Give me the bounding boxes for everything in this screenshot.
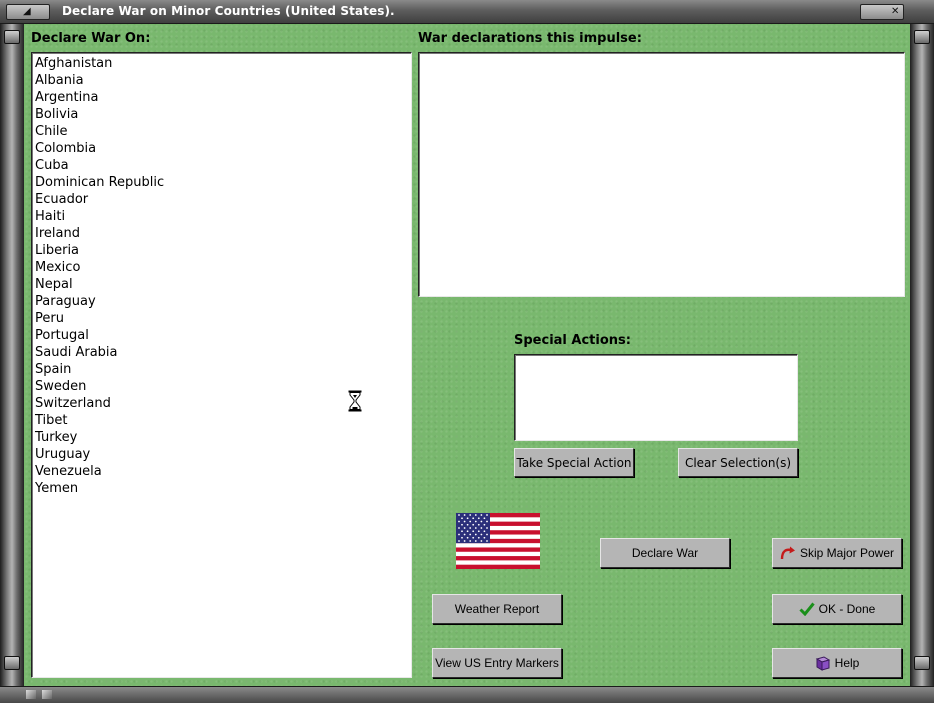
- skip-major-power-button[interactable]: Skip Major Power: [772, 538, 902, 568]
- country-list-item[interactable]: Spain: [35, 361, 411, 378]
- help-button[interactable]: Help: [772, 648, 902, 678]
- country-listbox[interactable]: Afghanistan Albania Argentina Bolivia Chile C…: [31, 52, 412, 678]
- country-list-item[interactable]: Paraguay: [35, 293, 411, 310]
- country-list-item[interactable]: Saudi Arabia: [35, 344, 411, 361]
- declare-war-button[interactable]: Declare War: [600, 538, 730, 568]
- view-us-entry-markers-label: View US Entry Markers: [435, 656, 559, 670]
- special-actions-listbox[interactable]: [514, 354, 798, 441]
- country-list-item[interactable]: Dominican Republic: [35, 174, 411, 191]
- special-actions-label: Special Actions:: [514, 333, 631, 348]
- close-icon: ✕: [891, 6, 900, 17]
- frame-knob: [914, 30, 930, 44]
- resize-grip-icon[interactable]: [42, 690, 52, 699]
- dialog-body: Declare War On: Afghanistan Albania Argent…: [24, 24, 910, 686]
- clear-selections-label: Clear Selection(s): [684, 455, 792, 470]
- declare-war-on-label: Declare War On:: [31, 31, 151, 46]
- ok-done-label: OK - Done: [818, 602, 876, 616]
- window-menu-button[interactable]: ◢: [6, 4, 50, 20]
- weather-report-button[interactable]: Weather Report: [432, 594, 562, 624]
- close-button[interactable]: ✕: [860, 4, 904, 20]
- clear-selections-button[interactable]: Clear Selection(s): [678, 448, 798, 477]
- country-list-item[interactable]: Ireland: [35, 225, 411, 242]
- country-list-item[interactable]: Colombia: [35, 140, 411, 157]
- war-declarations-listbox[interactable]: [418, 52, 905, 297]
- window-title: Declare War on Minor Countries (United S…: [62, 4, 395, 18]
- title-bar: ◢ Declare War on Minor Countries (United…: [0, 0, 934, 24]
- country-list-item[interactable]: Yemen: [35, 480, 411, 497]
- bottom-frame: [0, 686, 934, 703]
- frame-knob: [4, 656, 20, 670]
- ok-done-button[interactable]: OK - Done: [772, 594, 902, 624]
- frame-knob: [4, 30, 20, 44]
- right-frame: [910, 24, 934, 686]
- left-frame: [0, 24, 24, 686]
- frame-knob: [914, 656, 930, 670]
- help-book-icon: [815, 655, 830, 671]
- country-list-item[interactable]: Portugal: [35, 327, 411, 344]
- skip-major-power-label: Skip Major Power: [799, 546, 895, 560]
- country-list-item[interactable]: Peru: [35, 310, 411, 327]
- take-special-action-label: Take Special Action: [516, 455, 632, 470]
- checkmark-icon: [799, 602, 815, 616]
- country-list-item[interactable]: Afghanistan: [35, 55, 411, 72]
- country-list-item[interactable]: Cuba: [35, 157, 411, 174]
- resize-grip-icon[interactable]: [26, 690, 36, 699]
- country-list: Afghanistan Albania Argentina Bolivia Chile C…: [32, 53, 411, 497]
- country-list-item[interactable]: Turkey: [35, 429, 411, 446]
- country-list-item[interactable]: Chile: [35, 123, 411, 140]
- country-list-item[interactable]: Venezuela: [35, 463, 411, 480]
- country-list-item[interactable]: Uruguay: [35, 446, 411, 463]
- skip-arrow-icon: [780, 546, 795, 560]
- hourglass-cursor-icon: [348, 390, 362, 412]
- take-special-action-button[interactable]: Take Special Action: [514, 448, 634, 477]
- country-list-item[interactable]: Nepal: [35, 276, 411, 293]
- minimize-icon: ◢: [23, 6, 31, 17]
- country-list-item[interactable]: Mexico: [35, 259, 411, 276]
- country-list-item[interactable]: Argentina: [35, 89, 411, 106]
- war-declarations-label: War declarations this impulse:: [418, 31, 642, 46]
- help-label: Help: [834, 656, 860, 670]
- weather-report-label: Weather Report: [454, 602, 540, 616]
- view-us-entry-markers-button[interactable]: View US Entry Markers: [432, 648, 562, 678]
- country-list-item[interactable]: Tibet: [35, 412, 411, 429]
- country-list-item[interactable]: Bolivia: [35, 106, 411, 123]
- country-list-item[interactable]: Liberia: [35, 242, 411, 259]
- country-list-item[interactable]: Ecuador: [35, 191, 411, 208]
- country-list-item[interactable]: Haiti: [35, 208, 411, 225]
- declare-war-label: Declare War: [631, 546, 699, 560]
- country-list-item[interactable]: Albania: [35, 72, 411, 89]
- us-flag-icon: [456, 513, 540, 569]
